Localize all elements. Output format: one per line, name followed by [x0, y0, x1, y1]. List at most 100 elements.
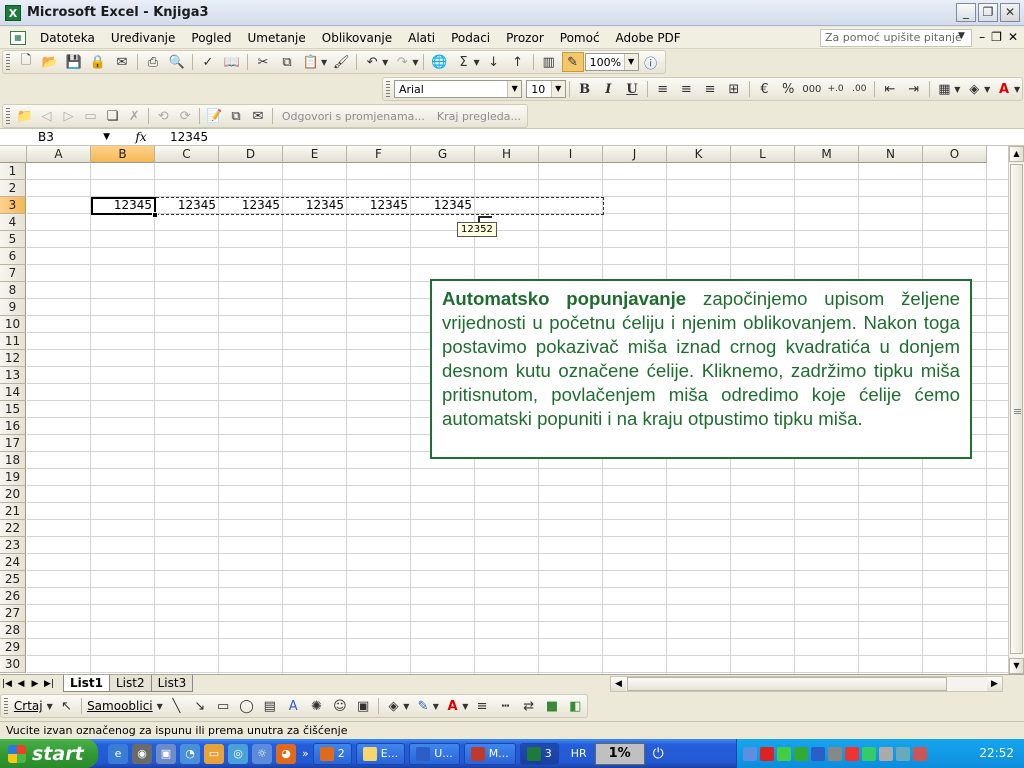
underline-button[interactable]: U: [621, 79, 643, 99]
toolbar-grip[interactable]: [386, 81, 390, 97]
tray-network-icon[interactable]: [743, 746, 757, 761]
sheet-tab-list1[interactable]: List1: [63, 675, 110, 692]
next-comment-icon[interactable]: ▷: [59, 106, 79, 126]
tray-red-icon[interactable]: [760, 746, 774, 761]
chevron-down-icon[interactable]: ▼: [433, 702, 439, 711]
permission-icon[interactable]: 🔒: [87, 52, 109, 72]
worksheet-grid[interactable]: ABCDEFGHIJKLMNO 1 2 3 4 5 6 7 8 9 10 11 12 13 14 15 16 1…: [0, 146, 1008, 674]
close-button[interactable]: ✕: [1000, 3, 1020, 22]
menu-prozor[interactable]: Prozor: [498, 27, 552, 49]
align-center-icon[interactable]: ≡: [676, 79, 698, 99]
row-header-1[interactable]: 1: [0, 163, 26, 180]
font-color-icon[interactable]: A: [993, 79, 1015, 99]
redo-dropdown-icon[interactable]: ▼: [412, 58, 418, 67]
tray-shield-icon[interactable]: [913, 746, 927, 761]
decrease-decimal-icon[interactable]: .00: [848, 79, 870, 99]
column-header-k[interactable]: K: [667, 146, 731, 163]
line-icon[interactable]: ╲: [166, 696, 187, 716]
row-header-11[interactable]: 11: [0, 333, 26, 350]
column-header-i[interactable]: I: [539, 146, 603, 163]
autosum-icon[interactable]: Σ: [452, 52, 474, 72]
start-button[interactable]: start: [0, 739, 98, 768]
row-header-13[interactable]: 13: [0, 367, 26, 384]
drawing-icon[interactable]: ✎: [561, 52, 584, 72]
vertical-scrollbar[interactable]: ▲ ▼: [1008, 146, 1024, 674]
scroll-down-icon[interactable]: ▼: [1009, 658, 1024, 674]
reply-with-changes-link[interactable]: Odgovori s promjenama...: [282, 110, 425, 123]
column-header-b[interactable]: B: [91, 146, 155, 163]
thousands-separator-button[interactable]: 000: [801, 79, 823, 99]
clipart-icon[interactable]: ☺: [329, 696, 350, 716]
taskbar-task-3[interactable]: U...: [409, 742, 460, 765]
row-header-16[interactable]: 16: [0, 418, 26, 435]
bold-button[interactable]: B: [574, 79, 596, 99]
menu-adobe-pdf[interactable]: Adobe PDF: [608, 27, 689, 49]
firefox-icon[interactable]: ◕: [276, 743, 296, 764]
sheet-tab-list2[interactable]: List2: [109, 675, 152, 692]
doc-minimize-icon[interactable]: –: [979, 30, 985, 44]
menu-podaci[interactable]: Podaci: [443, 27, 498, 49]
print-preview-icon[interactable]: 🔍: [166, 52, 188, 72]
decrease-indent-icon[interactable]: ⇤: [879, 79, 901, 99]
chevron-down-icon[interactable]: ▼: [623, 54, 638, 70]
toolbar-grip[interactable]: [6, 54, 10, 70]
column-header-d[interactable]: D: [219, 146, 283, 163]
delete-comment-icon[interactable]: ✗: [124, 106, 144, 126]
sort-ascending-icon[interactable]: ↓: [483, 52, 505, 72]
row-header-2[interactable]: 2: [0, 180, 26, 197]
menu-oblikovanje[interactable]: Oblikovanje: [314, 27, 400, 49]
undo-dropdown-icon[interactable]: ▼: [382, 58, 388, 67]
column-header-o[interactable]: O: [923, 146, 987, 163]
row-header-14[interactable]: 14: [0, 384, 26, 401]
chart-wizard-icon[interactable]: ▥: [538, 52, 560, 72]
toolbar-grip[interactable]: [4, 698, 8, 714]
horizontal-scroll-thumb[interactable]: [627, 677, 947, 691]
align-left-icon[interactable]: ≡: [652, 79, 674, 99]
column-header-n[interactable]: N: [859, 146, 923, 163]
language-indicator[interactable]: HR: [571, 747, 587, 760]
row-header-29[interactable]: 29: [0, 639, 26, 656]
show-all-comments-icon[interactable]: ❏: [102, 106, 122, 126]
print-icon[interactable]: ⎙: [142, 52, 164, 72]
next-sheet-icon[interactable]: ▶: [28, 679, 42, 689]
borders-dropdown-icon[interactable]: ▼: [954, 85, 960, 94]
scroll-up-icon[interactable]: ▲: [1009, 146, 1024, 162]
row-header-4[interactable]: 4: [0, 214, 26, 231]
menu-pomoc[interactable]: Pomoć: [552, 27, 608, 49]
chevron-down-icon[interactable]: ▼: [958, 31, 965, 41]
menu-uredivanje[interactable]: Uređivanje: [103, 27, 184, 49]
taskbar-task-5[interactable]: 3: [519, 742, 559, 765]
browser-icon[interactable]: ◔: [180, 743, 200, 764]
show-comment-icon[interactable]: ▭: [80, 106, 100, 126]
toolbar-grip[interactable]: [6, 108, 10, 124]
chevron-down-icon[interactable]: ▼: [462, 702, 468, 711]
wordart-icon[interactable]: A: [283, 696, 304, 716]
active-cell-b3[interactable]: [91, 197, 156, 215]
font-size-combo[interactable]: 10 ▼: [526, 80, 566, 98]
taskbar-task-2[interactable]: E...: [355, 742, 406, 765]
row-header-28[interactable]: 28: [0, 622, 26, 639]
row-header-10[interactable]: 10: [0, 316, 26, 333]
row-header-6[interactable]: 6: [0, 248, 26, 265]
borders-icon[interactable]: ▦: [934, 79, 956, 99]
power-icon[interactable]: ⏻: [653, 746, 664, 762]
sort-descending-icon[interactable]: ↑: [507, 52, 529, 72]
font-color-dropdown-icon[interactable]: ▼: [1014, 85, 1020, 94]
rectangle-icon[interactable]: ▭: [212, 696, 233, 716]
formula-input[interactable]: 12345: [170, 130, 208, 144]
row-header-17[interactable]: 17: [0, 435, 26, 452]
row-header-23[interactable]: 23: [0, 537, 26, 554]
messenger-icon[interactable]: ☼: [252, 743, 272, 764]
row-header-22[interactable]: 22: [0, 520, 26, 537]
tray-word-icon[interactable]: [811, 746, 825, 761]
text-box-icon[interactable]: ▤: [259, 696, 280, 716]
row-header-3[interactable]: 3: [0, 197, 26, 214]
tray-sync-icon[interactable]: [862, 746, 876, 761]
arrow-style-icon[interactable]: ⇄: [518, 696, 539, 716]
scroll-right-icon[interactable]: ▶: [987, 677, 1002, 691]
autoshapes-menu-button[interactable]: Samooblici: [87, 699, 153, 713]
zoom-combo[interactable]: 100% ▼: [584, 53, 639, 71]
select-all-corner[interactable]: [0, 146, 27, 163]
taskbar-task-4[interactable]: M...: [463, 742, 516, 765]
spelling-icon[interactable]: ✓: [197, 52, 219, 72]
